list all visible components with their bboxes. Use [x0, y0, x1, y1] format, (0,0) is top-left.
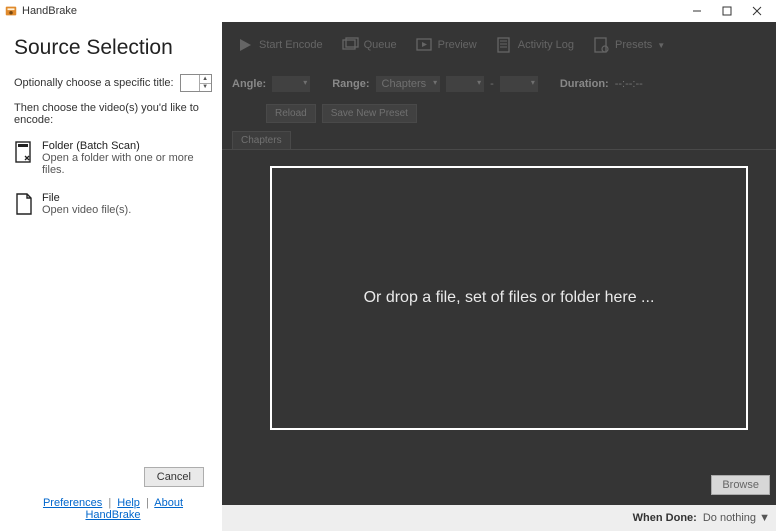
- when-done-label: When Done:: [633, 512, 697, 524]
- app-logo-icon: [4, 4, 18, 18]
- specific-title-spinner[interactable]: ▲▼: [180, 74, 212, 92]
- panel-heading: Source Selection: [14, 36, 212, 60]
- drop-zone[interactable]: Or drop a file, set of files or folder h…: [270, 166, 748, 430]
- maximize-button[interactable]: [712, 1, 742, 21]
- window-title: HandBrake: [22, 5, 77, 17]
- source-folder-desc: Open a folder with one or more files.: [42, 152, 212, 176]
- choose-video-label: Then choose the video(s) you'd like to e…: [14, 102, 212, 126]
- drop-zone-message: Or drop a file, set of files or folder h…: [364, 289, 655, 307]
- help-link[interactable]: Help: [117, 497, 140, 509]
- file-icon: [14, 192, 34, 216]
- spinner-down[interactable]: ▼: [200, 84, 211, 92]
- titlebar: HandBrake: [0, 0, 776, 22]
- cancel-button[interactable]: Cancel: [144, 467, 204, 487]
- source-file-desc: Open video file(s).: [42, 204, 131, 216]
- footer-links: Preferences | Help | About HandBrake: [14, 497, 212, 525]
- preferences-link[interactable]: Preferences: [43, 497, 102, 509]
- minimize-button[interactable]: [682, 1, 712, 21]
- status-bar: When Done: Do nothing ▼: [222, 505, 776, 531]
- source-file-option[interactable]: File Open video file(s).: [14, 192, 212, 216]
- folder-icon: [14, 140, 34, 164]
- specific-title-label: Optionally choose a specific title:: [14, 77, 174, 89]
- when-done-select[interactable]: Do nothing ▼: [703, 512, 770, 524]
- close-button[interactable]: [742, 1, 772, 21]
- source-selection-panel: Source Selection Optionally choose a spe…: [0, 22, 222, 531]
- main-area: Start Encode Queue Preview Activity Log …: [222, 22, 776, 531]
- source-file-title: File: [42, 192, 131, 204]
- source-folder-title: Folder (Batch Scan): [42, 140, 212, 152]
- browse-button[interactable]: Browse: [711, 475, 770, 495]
- source-folder-option[interactable]: Folder (Batch Scan) Open a folder with o…: [14, 140, 212, 176]
- spinner-up[interactable]: ▲: [200, 75, 211, 84]
